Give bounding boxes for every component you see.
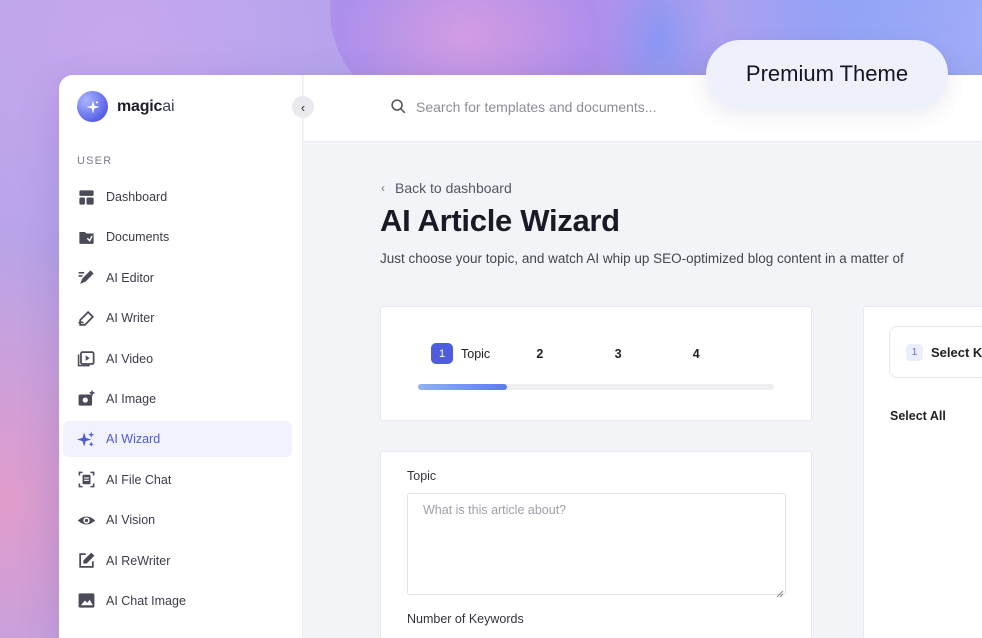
keywords-step-badge: 1 <box>906 343 923 361</box>
sidebar-collapse-button[interactable]: ‹ <box>292 96 314 118</box>
sidebar-item-ai-editor[interactable]: AI Editor <box>63 260 292 296</box>
sidebar-item-label: AI Wizard <box>106 432 161 447</box>
search-input[interactable] <box>416 95 746 119</box>
step-1[interactable]: 1 Topic <box>431 343 536 364</box>
step-3[interactable]: 3 <box>615 343 693 364</box>
sidebar-item-label: Dashboard <box>106 190 168 204</box>
sidebar-item-ai-video[interactable]: AI Video <box>63 341 292 377</box>
sparkles-icon <box>76 429 96 449</box>
chevron-left-icon: ‹ <box>300 99 306 115</box>
magicai-logo-icon <box>77 91 108 122</box>
topic-textarea[interactable] <box>407 493 786 595</box>
wizard-steps: 1 Topic 2 3 4 <box>431 343 771 364</box>
dashboard-icon <box>76 187 96 207</box>
topic-label: Topic <box>407 469 437 483</box>
step-number: 4 <box>692 346 700 361</box>
sidebar-nav: Dashboard Documents AI Editor AI Writer <box>63 179 292 623</box>
video-icon <box>76 349 96 369</box>
camera-icon <box>76 389 96 409</box>
editor-icon <box>76 268 96 288</box>
select-keywords-label: Select K <box>931 344 982 360</box>
number-of-keywords-label: Number of Keywords <box>407 612 524 626</box>
sidebar-item-ai-chat-image[interactable]: AI Chat Image <box>63 583 292 619</box>
page-title: AI Article Wizard <box>380 203 620 238</box>
search-icon <box>390 98 407 120</box>
sidebar-item-label: AI File Chat <box>106 472 172 487</box>
sidebar-item-label: AI ReWriter <box>106 553 171 568</box>
app-window: magicai USER Dashboard Documents AI Edit… <box>59 75 982 638</box>
sidebar-item-ai-file-chat[interactable]: AI File Chat <box>63 462 292 498</box>
wizard-steps-card: 1 Topic 2 3 4 <box>380 306 812 421</box>
sidebar-item-label: AI Editor <box>106 270 154 285</box>
file-chat-icon <box>76 470 96 490</box>
page-subtitle: Just choose your topic, and watch AI whi… <box>380 251 904 266</box>
sidebar-section-label: USER <box>77 155 113 167</box>
select-keywords-header[interactable]: 1 Select K <box>889 326 982 378</box>
step-number: 3 <box>614 346 622 361</box>
topic-form-card: Topic Number of Keywords <box>380 451 812 638</box>
select-all-button[interactable]: Select All <box>890 409 946 423</box>
premium-theme-badge: Premium Theme <box>706 40 948 108</box>
sidebar-item-ai-writer[interactable]: AI Writer <box>63 300 292 336</box>
sidebar-item-ai-image[interactable]: AI Image <box>63 381 292 417</box>
sidebar-item-label: AI Image <box>106 391 157 406</box>
eye-icon <box>76 510 96 530</box>
sidebar-item-ai-rewriter[interactable]: AI ReWriter <box>63 543 292 579</box>
sidebar-item-label: AI Chat Image <box>106 593 186 608</box>
keywords-card: 1 Select K Select All <box>863 306 982 638</box>
sidebar-item-label: AI Video <box>106 351 154 366</box>
sidebar-item-label: AI Vision <box>106 513 156 528</box>
folder-icon <box>76 227 96 247</box>
brand-name: magicai <box>117 97 175 116</box>
back-label: Back to dashboard <box>395 180 512 196</box>
brand-name-light: ai <box>162 97 175 115</box>
step-number: 2 <box>536 346 544 361</box>
sidebar-item-label: Documents <box>106 230 170 245</box>
sidebar-item-documents[interactable]: Documents <box>63 219 292 255</box>
sidebar-item-ai-vision[interactable]: AI Vision <box>63 502 292 538</box>
chevron-left-icon: ‹ <box>381 181 385 195</box>
step-number-badge: 1 <box>431 343 453 364</box>
sidebar-item-label: AI Writer <box>106 311 155 326</box>
sidebar-item-dashboard[interactable]: Dashboard <box>63 179 292 215</box>
step-label: Topic <box>461 346 491 361</box>
image-icon <box>76 591 96 611</box>
step-4[interactable]: 4 <box>693 343 771 364</box>
step-2[interactable]: 2 <box>536 343 614 364</box>
premium-theme-label: Premium Theme <box>745 61 909 86</box>
brand[interactable]: magicai <box>77 91 175 122</box>
resize-handle-icon[interactable] <box>776 585 784 598</box>
sidebar: magicai USER Dashboard Documents AI Edit… <box>59 75 303 638</box>
wizard-progress-fill <box>418 384 507 390</box>
pencil-square-icon <box>76 551 96 571</box>
brand-name-bold: magic <box>117 97 163 115</box>
back-to-dashboard-link[interactable]: ‹ Back to dashboard <box>381 180 512 196</box>
wizard-progress-track <box>418 384 774 390</box>
sidebar-item-ai-wizard[interactable]: AI Wizard <box>63 421 292 458</box>
writer-icon <box>76 308 96 328</box>
